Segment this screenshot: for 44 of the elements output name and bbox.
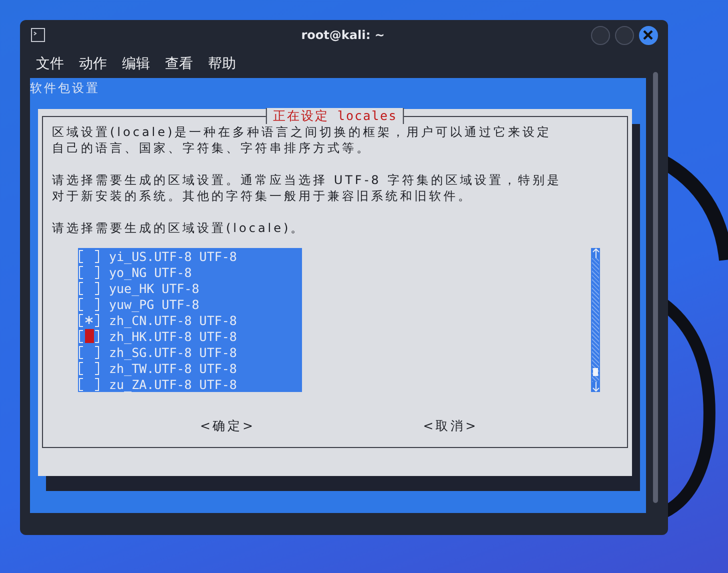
locale-label[interactable]: yo_NG UTF-8 <box>109 264 192 280</box>
close-icon <box>643 30 654 40</box>
locale-label[interactable]: zh_CN.UTF-8 UTF-8 <box>109 312 237 328</box>
dialog-button[interactable]: <确定> <box>200 418 255 435</box>
locale-label[interactable]: yuw_PG UTF-8 <box>109 296 200 312</box>
locale-label[interactable]: zh_HK.UTF-8 UTF-8 <box>109 328 237 344</box>
menu-item[interactable]: 文件 <box>36 55 64 73</box>
minimize-button[interactable] <box>590 26 610 44</box>
checkbox[interactable] <box>78 249 100 263</box>
locale-label[interactable]: zh_SG.UTF-8 UTF-8 <box>109 344 237 360</box>
description-text: 请选择需要生成的区域设置(locale)。 <box>52 220 306 236</box>
checkbox[interactable] <box>78 329 100 343</box>
checkbox[interactable] <box>78 281 100 295</box>
menu-item[interactable]: 编辑 <box>122 55 150 73</box>
description-text: 对于新安装的系统。其他的字符集一般用于兼容旧系统和旧软件。 <box>52 188 472 204</box>
menu-item[interactable]: 动作 <box>79 55 107 73</box>
window-title: root@kali: ~ <box>300 28 385 42</box>
up-arrow-icon[interactable] <box>592 248 600 258</box>
menu-item[interactable]: 帮助 <box>208 55 236 73</box>
terminal-icon <box>31 28 45 42</box>
asterisk-icon <box>85 316 93 324</box>
scrollbar-thumb[interactable] <box>593 368 598 376</box>
locale-label[interactable]: yi_US.UTF-8 UTF-8 <box>109 248 237 264</box>
window-scrollbar[interactable] <box>653 72 658 503</box>
menu-item[interactable]: 查看 <box>165 55 193 73</box>
list-scrollbar[interactable] <box>591 248 600 392</box>
maximize-button[interactable] <box>614 26 634 44</box>
locale-label[interactable]: yue_HK UTF-8 <box>109 280 200 296</box>
locale-label[interactable]: zu_ZA.UTF-8 UTF-8 <box>109 376 237 392</box>
screen-header: 软件包设置 <box>30 80 101 97</box>
locale-label[interactable]: zh_TW.UTF-8 UTF-8 <box>109 360 237 376</box>
dialog-title: 正在设定 locales <box>266 108 404 124</box>
checkbox[interactable] <box>78 313 100 327</box>
description-text: 区域设置(locale)是一种在多种语言之间切换的框架，用户可以通过它来设定 <box>52 124 552 140</box>
dialog-button[interactable]: <取消> <box>422 418 478 435</box>
checkbox[interactable] <box>78 377 100 391</box>
checkbox[interactable] <box>78 361 100 375</box>
checkbox[interactable] <box>78 297 100 311</box>
down-arrow-icon[interactable] <box>592 382 600 392</box>
description-text: 自己的语言、国家、字符集、字符串排序方式等。 <box>52 140 371 156</box>
checkbox[interactable] <box>78 345 100 359</box>
description-text: 请选择需要生成的区域设置。通常应当选择 UTF-8 字符集的区域设置，特别是 <box>52 172 562 188</box>
close-button[interactable] <box>638 26 658 44</box>
checkbox[interactable] <box>78 265 100 279</box>
